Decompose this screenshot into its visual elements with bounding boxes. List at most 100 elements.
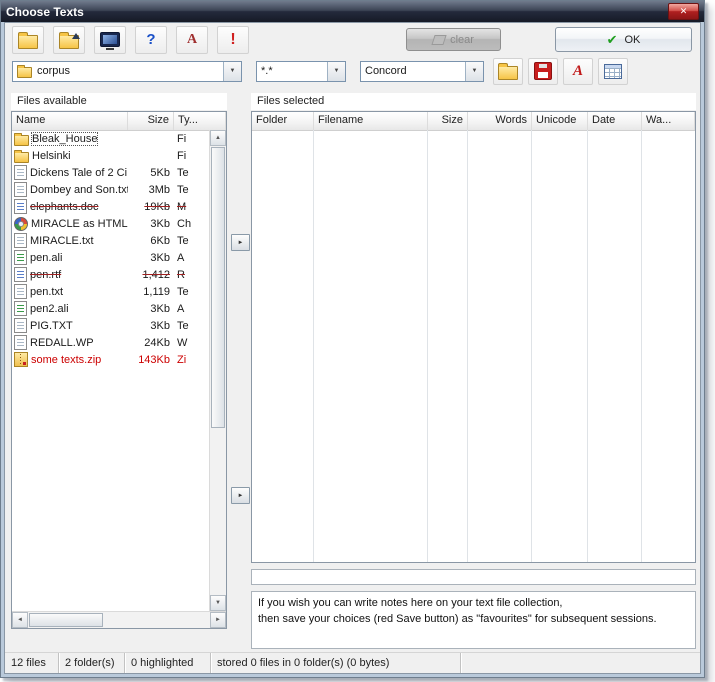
file-name: pen.txt [30,286,63,298]
file-row[interactable]: pen.txt1,119Te [12,283,209,300]
file-type: Fi [174,150,209,162]
grid-column-line [313,130,314,562]
file-row[interactable]: pen2.ali3KbA [12,300,209,317]
folder-open-icon [498,66,518,80]
files-selected-title: Files selected [251,93,696,110]
file-type: Zi [174,354,209,366]
file-row[interactable]: pen.ali3KbA [12,249,209,266]
window-title: Choose Texts [6,5,84,19]
status-panel: 2 folder(s) [59,653,125,673]
column-header[interactable]: Ty... [174,112,226,130]
chevron-down-icon[interactable]: ▼ [223,62,241,81]
column-header[interactable]: Filename [314,112,428,130]
column-header[interactable]: Folder [252,112,314,130]
file-name: Dombey and Son.txt [30,184,128,196]
scroll-left-icon[interactable]: ◄ [12,612,28,628]
column-header[interactable]: Name [12,112,128,130]
page-icon [14,318,27,333]
files-available-list: NameSizeTy... Bleak_HouseFiHelsinkiFiDic… [11,111,227,629]
file-name-cell: MIRACLE.txt [12,233,128,248]
file-type: R [174,269,209,281]
ok-button[interactable]: ✔ OK [555,27,692,52]
file-row[interactable]: MIRACLE.txt6KbTe [12,232,209,249]
right-arrow-icon: ► [238,493,244,499]
scroll-up-icon[interactable]: ▲ [210,130,226,146]
files-selected-table: FolderFilenameSizeWordsUnicodeDateWa... [251,111,696,563]
notes-area[interactable]: If you wish you can write notes here on … [251,591,696,649]
file-row[interactable]: Dombey and Son.txt3MbTe [12,181,209,198]
chevron-down-icon[interactable]: ▼ [327,62,345,81]
scrollbar-thumb[interactable] [211,147,225,428]
files-available-rows: Bleak_HouseFiHelsinkiFiDickens Tale of 2… [12,130,209,611]
file-row[interactable]: Dickens Tale of 2 Ci...5KbTe [12,164,209,181]
file-row[interactable]: MIRACLE as HTML....3KbCh [12,215,209,232]
file-size: 3Kb [128,218,174,230]
column-header[interactable]: Size [428,112,468,130]
scrollbar-thumb[interactable] [29,613,103,627]
horizontal-scrollbar[interactable]: ◄ ► [12,611,226,628]
page-icon [14,165,27,180]
doc-icon [14,199,27,214]
chevron-down-icon[interactable]: ▼ [465,62,483,81]
file-name: MIRACLE as HTML.... [31,218,128,230]
choose-texts-dialog: Choose Texts ✕ ? A ! clear ✔ OK [0,0,705,678]
browse-favourites-button[interactable] [493,58,523,85]
folder-up-icon [59,35,79,49]
file-row[interactable]: elephants.doc19KbM [12,198,209,215]
close-button[interactable]: ✕ [668,3,699,20]
file-row[interactable]: REDALL.WP24KbW [12,334,209,351]
file-name: pen.rtf [30,269,61,281]
column-header[interactable]: Unicode [532,112,588,130]
file-name-cell: Dickens Tale of 2 Ci... [12,165,128,180]
file-row[interactable]: PIG.TXT3KbTe [12,317,209,334]
save-favourites-button[interactable] [528,58,558,85]
column-header[interactable]: Size [128,112,174,130]
status-panel: 0 highlighted [125,653,211,673]
folder-icon [17,67,32,78]
zip-icon [14,352,28,367]
file-name-cell: Dombey and Son.txt [12,182,128,197]
file-row[interactable]: pen.rtf1,412R [12,266,209,283]
computer-icon [100,32,120,47]
file-size: 3Kb [128,303,174,315]
column-header[interactable]: Wa... [642,112,695,130]
open-folder-button[interactable] [12,26,44,54]
alert-button[interactable]: ! [217,26,249,54]
move-right-button[interactable]: ► [231,234,250,251]
column-header[interactable]: Words [468,112,532,130]
files-selected-grid[interactable] [252,130,695,562]
tool-combobox[interactable]: Concord ▼ [360,61,484,82]
grid-column-line [641,130,642,562]
file-pattern-combobox[interactable]: *.* ▼ [256,61,346,82]
move-right-button[interactable]: ► [231,487,250,504]
title-bar[interactable]: Choose Texts ✕ [1,1,704,22]
page-icon [14,335,27,350]
folder-combobox[interactable]: corpus ▼ [12,61,242,82]
page-icon [14,233,27,248]
drives-button[interactable] [94,26,126,54]
clear-button[interactable]: clear [406,28,501,51]
file-type: A [174,303,209,315]
notes-title-field[interactable] [251,569,696,585]
page-icon [14,284,27,299]
file-name-cell: pen.txt [12,284,128,299]
file-row[interactable]: Bleak_HouseFi [12,130,209,147]
vertical-scrollbar[interactable]: ▲ ▼ [209,130,226,611]
scroll-right-icon[interactable]: ► [210,612,226,628]
file-row[interactable]: some texts.zip143KbZi [12,351,209,368]
pdf-button[interactable]: A [563,58,593,85]
ali-icon [14,250,27,265]
eraser-icon [431,35,446,45]
file-name-cell: Bleak_House [12,132,128,146]
table-view-button[interactable] [598,58,628,85]
file-row[interactable]: HelsinkiFi [12,147,209,164]
save-icon [534,62,552,80]
scroll-down-icon[interactable]: ▼ [210,595,226,611]
font-button[interactable]: A [176,26,208,54]
file-size: 6Kb [128,235,174,247]
folder-open-icon [18,35,38,49]
help-button[interactable]: ? [135,26,167,54]
parent-folder-button[interactable] [53,26,85,54]
pdf-icon: A [573,63,583,80]
column-header[interactable]: Date [588,112,642,130]
